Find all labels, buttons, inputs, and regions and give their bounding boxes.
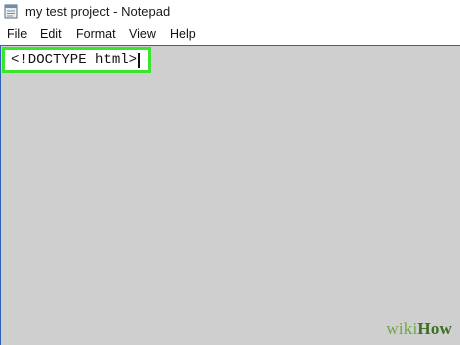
menu-edit[interactable]: Edit [40, 27, 62, 41]
menu-help[interactable]: Help [170, 27, 196, 41]
notepad-icon [4, 4, 18, 19]
menu-bar: File Edit Format View Help [0, 25, 460, 45]
menu-file[interactable]: File [7, 27, 27, 41]
highlighted-code-line: <!DOCTYPE html> [2, 47, 151, 73]
watermark-how: How [417, 319, 452, 338]
menu-view[interactable]: View [129, 27, 156, 41]
watermark-wiki: wiki [386, 319, 418, 338]
doctype-text: <!DOCTYPE html> [11, 52, 138, 68]
window-title: my test project - Notepad [25, 4, 171, 19]
text-caret [138, 52, 140, 68]
notepad-window: my test project - Notepad File Edit Form… [0, 0, 460, 345]
wikihow-watermark: wiki How [386, 319, 452, 339]
text-editor-area[interactable]: <!DOCTYPE html> wiki How [0, 45, 460, 345]
title-bar: my test project - Notepad [0, 0, 460, 24]
menu-format[interactable]: Format [76, 27, 116, 41]
